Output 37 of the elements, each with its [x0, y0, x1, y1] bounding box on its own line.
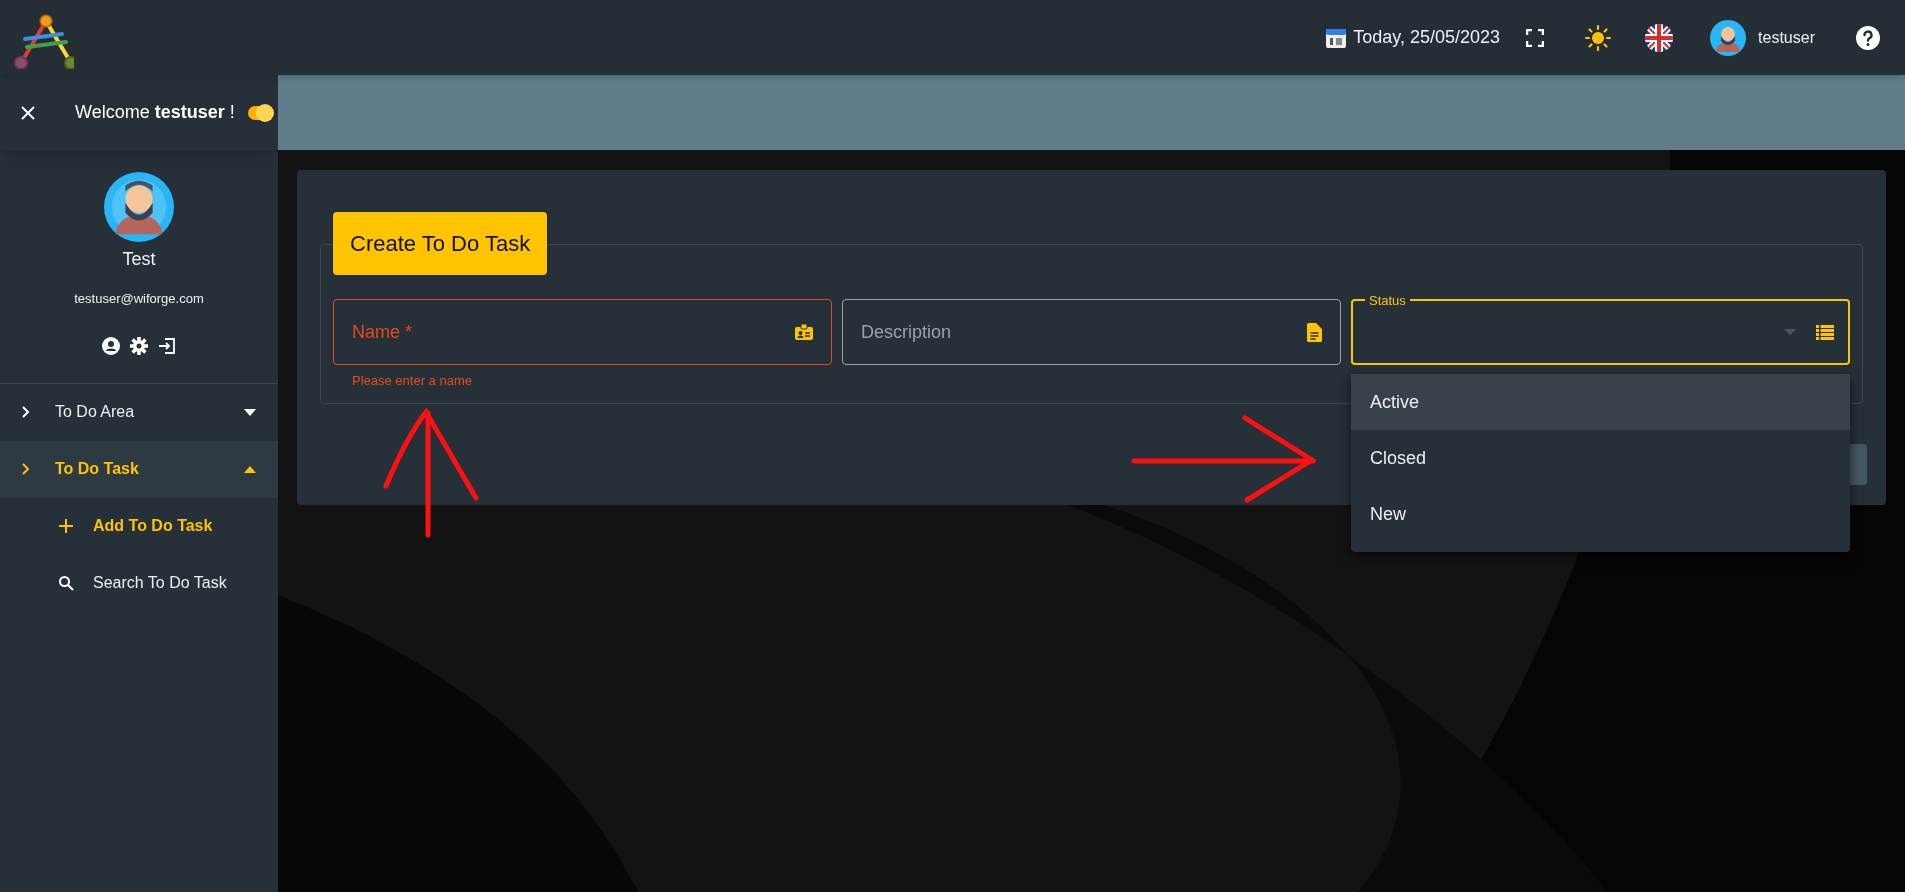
profile-name: Test — [122, 248, 156, 271]
avatar-icon[interactable] — [1710, 19, 1747, 56]
error-text: Please enter a name — [352, 372, 472, 390]
fullscreen-icon[interactable] — [1526, 28, 1545, 47]
settings-icon[interactable] — [130, 336, 148, 355]
date-text: Today, 25/05/2023 — [1353, 26, 1501, 49]
calendar-icon — [1325, 26, 1348, 49]
form-title: Create To Do Task — [333, 212, 548, 275]
sun-icon[interactable] — [1584, 23, 1613, 52]
document-icon — [1307, 322, 1322, 342]
id-card-icon — [795, 324, 813, 340]
logout-icon[interactable] — [158, 336, 176, 355]
toggle-switch[interactable] — [248, 105, 272, 120]
close-icon[interactable] — [21, 105, 35, 120]
account-icon[interactable] — [102, 336, 120, 355]
email-text: testuser@wiforge.com — [74, 290, 204, 308]
dropdown-option[interactable]: Active — [1351, 374, 1850, 430]
search-icon — [58, 575, 74, 591]
plus-icon — [58, 518, 74, 534]
menu-item[interactable]: To Do Area — [0, 383, 278, 441]
dropdown-option[interactable]: New — [1351, 486, 1850, 542]
avatar-icon — [104, 172, 174, 242]
submenu-item[interactable]: Search To Do Task — [0, 554, 278, 612]
chevron-icon — [22, 463, 30, 475]
username-text[interactable]: testuser — [1758, 25, 1815, 50]
input-field[interactable]: Description — [842, 299, 1341, 365]
menu-item[interactable]: To Do Task — [0, 440, 278, 498]
welcome-text: Welcome testuser ! — [75, 101, 235, 124]
caret-icon — [244, 408, 256, 416]
submenu-item[interactable]: Add To Do Task — [0, 497, 278, 555]
list-icon — [1816, 324, 1834, 340]
chevron-icon — [22, 406, 30, 418]
input-field[interactable]: Name * — [333, 299, 832, 365]
help-icon[interactable] — [1855, 24, 1881, 51]
dropdown-option[interactable]: Closed — [1351, 430, 1850, 486]
caret-icon — [1784, 329, 1796, 335]
caret-icon — [244, 465, 256, 473]
